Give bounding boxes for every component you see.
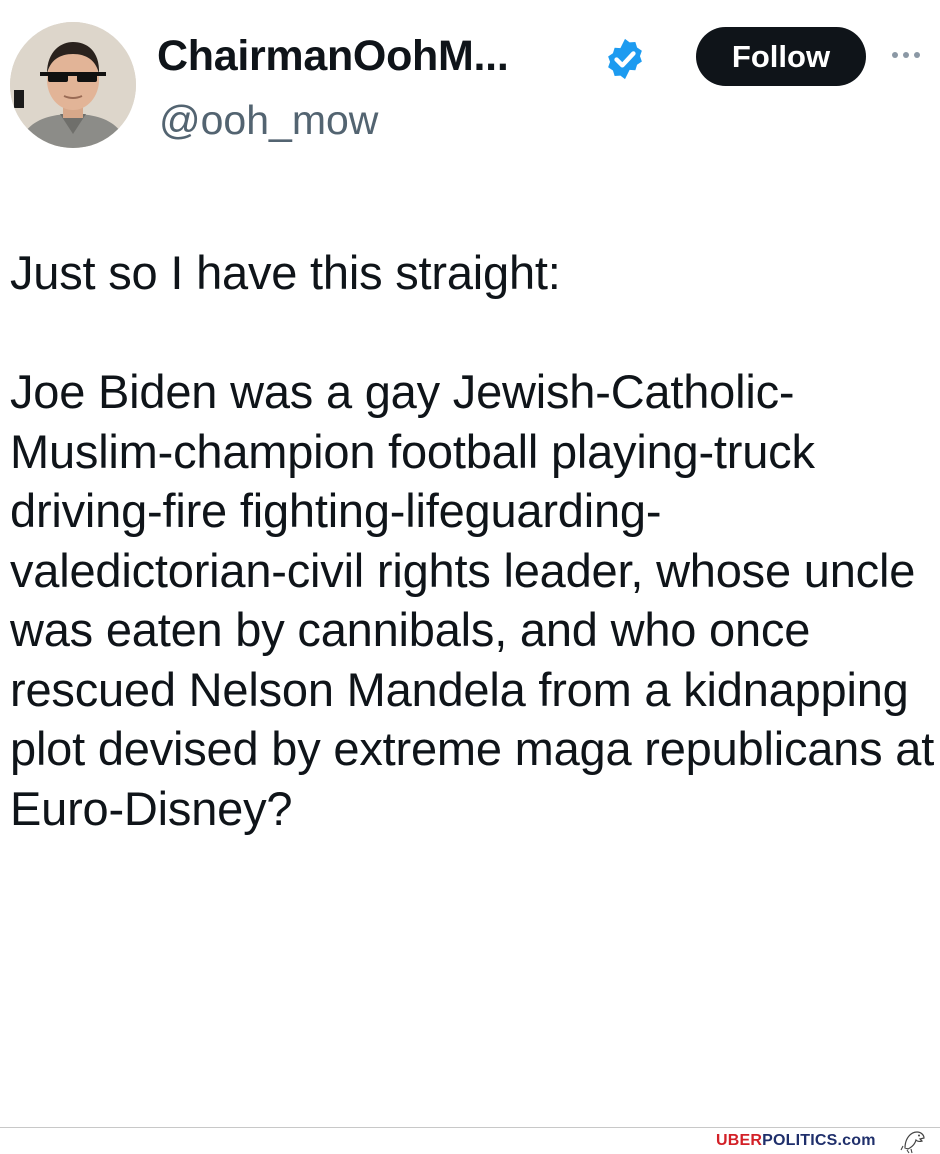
avatar[interactable] xyxy=(10,22,136,148)
watermark-part-politics: POLITICS xyxy=(762,1132,838,1149)
tweet-paragraph: Just so I have this straight: xyxy=(10,246,561,299)
tweet-text: Just so I have this straight: Joe Biden … xyxy=(10,243,935,838)
eagle-icon xyxy=(900,1131,925,1154)
display-name[interactable]: ChairmanOohM... xyxy=(157,30,509,82)
watermark-part-uber: UBER xyxy=(716,1132,763,1149)
more-horizontal-icon[interactable] xyxy=(892,48,928,62)
site-watermark: UBERPOLITICS.com xyxy=(716,1131,876,1151)
watermark-part-domain: .com xyxy=(837,1132,876,1149)
tweet-paragraph: Joe Biden was a gay Jewish-Catholic-Musl… xyxy=(10,365,935,835)
footer-divider xyxy=(0,1127,940,1128)
follow-button[interactable]: Follow xyxy=(696,27,866,86)
profile-portrait-icon xyxy=(10,22,136,148)
verified-badge-icon xyxy=(608,38,642,80)
tweet-screenshot: ChairmanOohM... @ooh_mow Follow Just so … xyxy=(0,0,940,1154)
more-dot xyxy=(914,52,920,58)
user-handle[interactable]: @ooh_mow xyxy=(159,95,378,145)
more-dot xyxy=(903,52,909,58)
more-dot xyxy=(892,52,898,58)
